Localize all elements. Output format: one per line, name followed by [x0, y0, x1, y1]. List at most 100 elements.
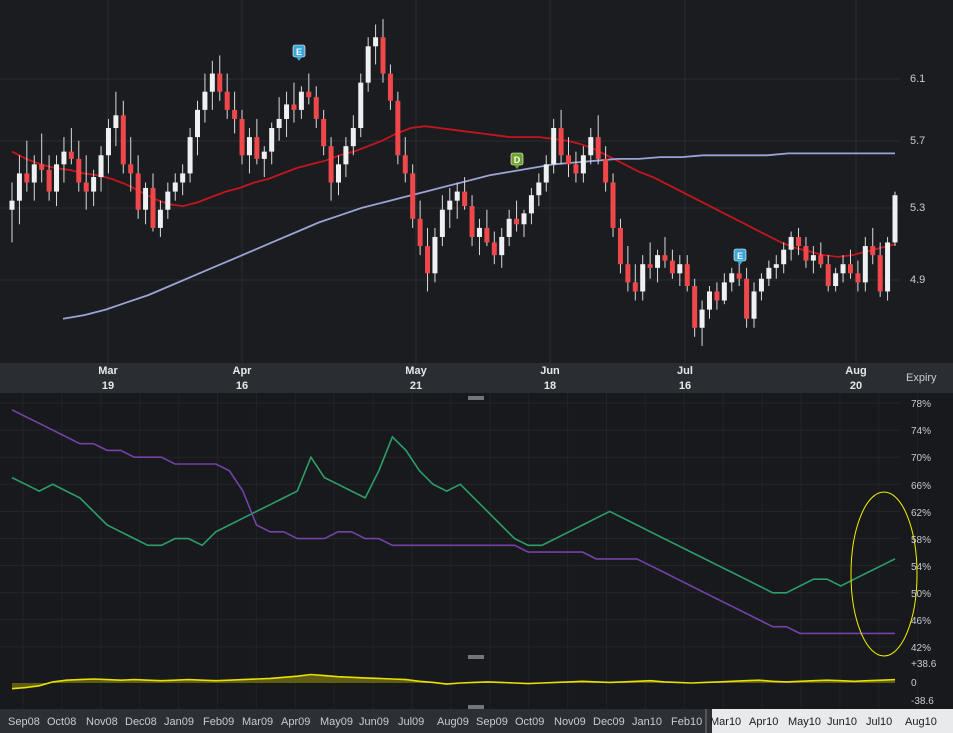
vol-tick: 70%: [911, 453, 931, 464]
time-axis-label: Jan09: [164, 716, 194, 728]
chart-canvas: E D E 6.1 5.7 5.3 4.9 Mar 19 Apr 16 May 21…: [0, 0, 953, 733]
candle-body: [855, 273, 861, 283]
candle-body: [617, 227, 623, 265]
candle-body: [870, 246, 876, 256]
candle-body: [491, 242, 497, 256]
time-axis-label: Mar10: [710, 716, 741, 728]
candle-body: [543, 164, 549, 183]
candle-body: [877, 255, 883, 292]
candle-body: [150, 187, 156, 228]
vol-tick: 46%: [911, 616, 931, 627]
candle-body: [172, 182, 178, 192]
candle-body: [751, 291, 757, 319]
candle-body: [640, 264, 646, 292]
candle-body: [120, 115, 126, 165]
candle-body: [476, 227, 482, 237]
spread-tick: 0: [911, 678, 917, 689]
candle-body: [328, 146, 334, 183]
vol-tick: 62%: [911, 508, 931, 519]
month-label: Jun: [540, 365, 560, 377]
time-axis-label: Nov09: [554, 716, 586, 728]
candle-body: [847, 264, 853, 274]
candle-body: [358, 82, 364, 129]
candle-body: [291, 104, 297, 110]
candle-body: [254, 137, 260, 159]
expiry-day-label: 20: [850, 380, 862, 392]
candle-body: [558, 128, 564, 156]
candle-body: [410, 173, 416, 219]
time-axis-label: Apr09: [281, 716, 310, 728]
candle-body: [46, 169, 52, 192]
candle-body: [862, 246, 868, 283]
price-panel: [0, 0, 953, 363]
candle-body: [402, 155, 408, 174]
candle-body: [239, 118, 245, 156]
price-tick: 5.7: [910, 135, 925, 147]
time-axis-label: Jul10: [866, 716, 892, 728]
candle-body: [773, 264, 779, 268]
time-axis-label: May09: [320, 716, 353, 728]
month-label: Aug: [845, 365, 866, 377]
time-axis-label: Dec09: [593, 716, 625, 728]
chart-window: E D E 6.1 5.7 5.3 4.9 Mar 19 Apr 16 May 21…: [0, 0, 953, 733]
candle-body: [833, 273, 839, 286]
candle-body: [276, 118, 282, 129]
time-axis-label: Jan10: [632, 716, 662, 728]
time-axis-label: Dec08: [125, 716, 157, 728]
time-axis-label: Oct09: [515, 716, 544, 728]
candle-body: [677, 264, 683, 274]
time-axis-label: Aug09: [437, 716, 469, 728]
candle-body: [669, 260, 675, 274]
expiry-day-label: 21: [410, 380, 422, 392]
expiry-label: Expiry: [906, 372, 937, 384]
candle-body: [573, 164, 579, 174]
candle-body: [157, 209, 163, 228]
candle-body: [321, 118, 327, 147]
candle-body: [343, 146, 349, 165]
time-axis-label: Nov08: [86, 716, 118, 728]
candle-body: [469, 206, 475, 237]
candle-body: [113, 115, 119, 129]
candle-body: [68, 151, 74, 159]
spread-tick: -38.6: [911, 696, 934, 707]
candle-body: [506, 218, 512, 237]
candle-body: [335, 164, 341, 183]
candle-body: [24, 173, 30, 183]
candle-body: [484, 227, 490, 243]
candle-body: [105, 128, 111, 156]
time-axis-label: Oct08: [47, 716, 76, 728]
candle-body: [714, 291, 720, 301]
candle-body: [892, 195, 898, 243]
candle-body: [439, 209, 445, 237]
candle-body: [588, 137, 594, 156]
candle-body: [61, 151, 67, 165]
candle-body: [706, 291, 712, 310]
vol-tick: 42%: [911, 643, 931, 654]
month-label: Jul: [677, 365, 693, 377]
candle-body: [721, 282, 727, 301]
candle-body: [647, 264, 653, 268]
candle-body: [387, 73, 393, 101]
candle-body: [625, 264, 631, 283]
spread-tick: +38.6: [911, 659, 937, 670]
time-axis-label: Sep08: [8, 716, 40, 728]
candle-body: [692, 286, 698, 328]
volatility-panel: [0, 393, 953, 659]
candle-body: [313, 97, 319, 119]
price-tick: 6.1: [910, 73, 925, 85]
candle-body: [603, 158, 609, 183]
candle-body: [261, 151, 267, 159]
candle-body: [9, 200, 15, 210]
vol-tick: 78%: [911, 399, 931, 410]
candle-body: [31, 164, 37, 183]
vol-tick: 50%: [911, 589, 931, 600]
candle-body: [662, 255, 668, 261]
time-axis-label: Jun09: [359, 716, 389, 728]
vol-tick: 54%: [911, 562, 931, 573]
candle-body: [447, 200, 453, 210]
expiry-axis-bar: [0, 363, 953, 393]
expiry-day-label: 16: [679, 380, 691, 392]
candle-body: [143, 187, 149, 210]
candle-body: [796, 236, 802, 247]
candle-body: [803, 246, 809, 261]
